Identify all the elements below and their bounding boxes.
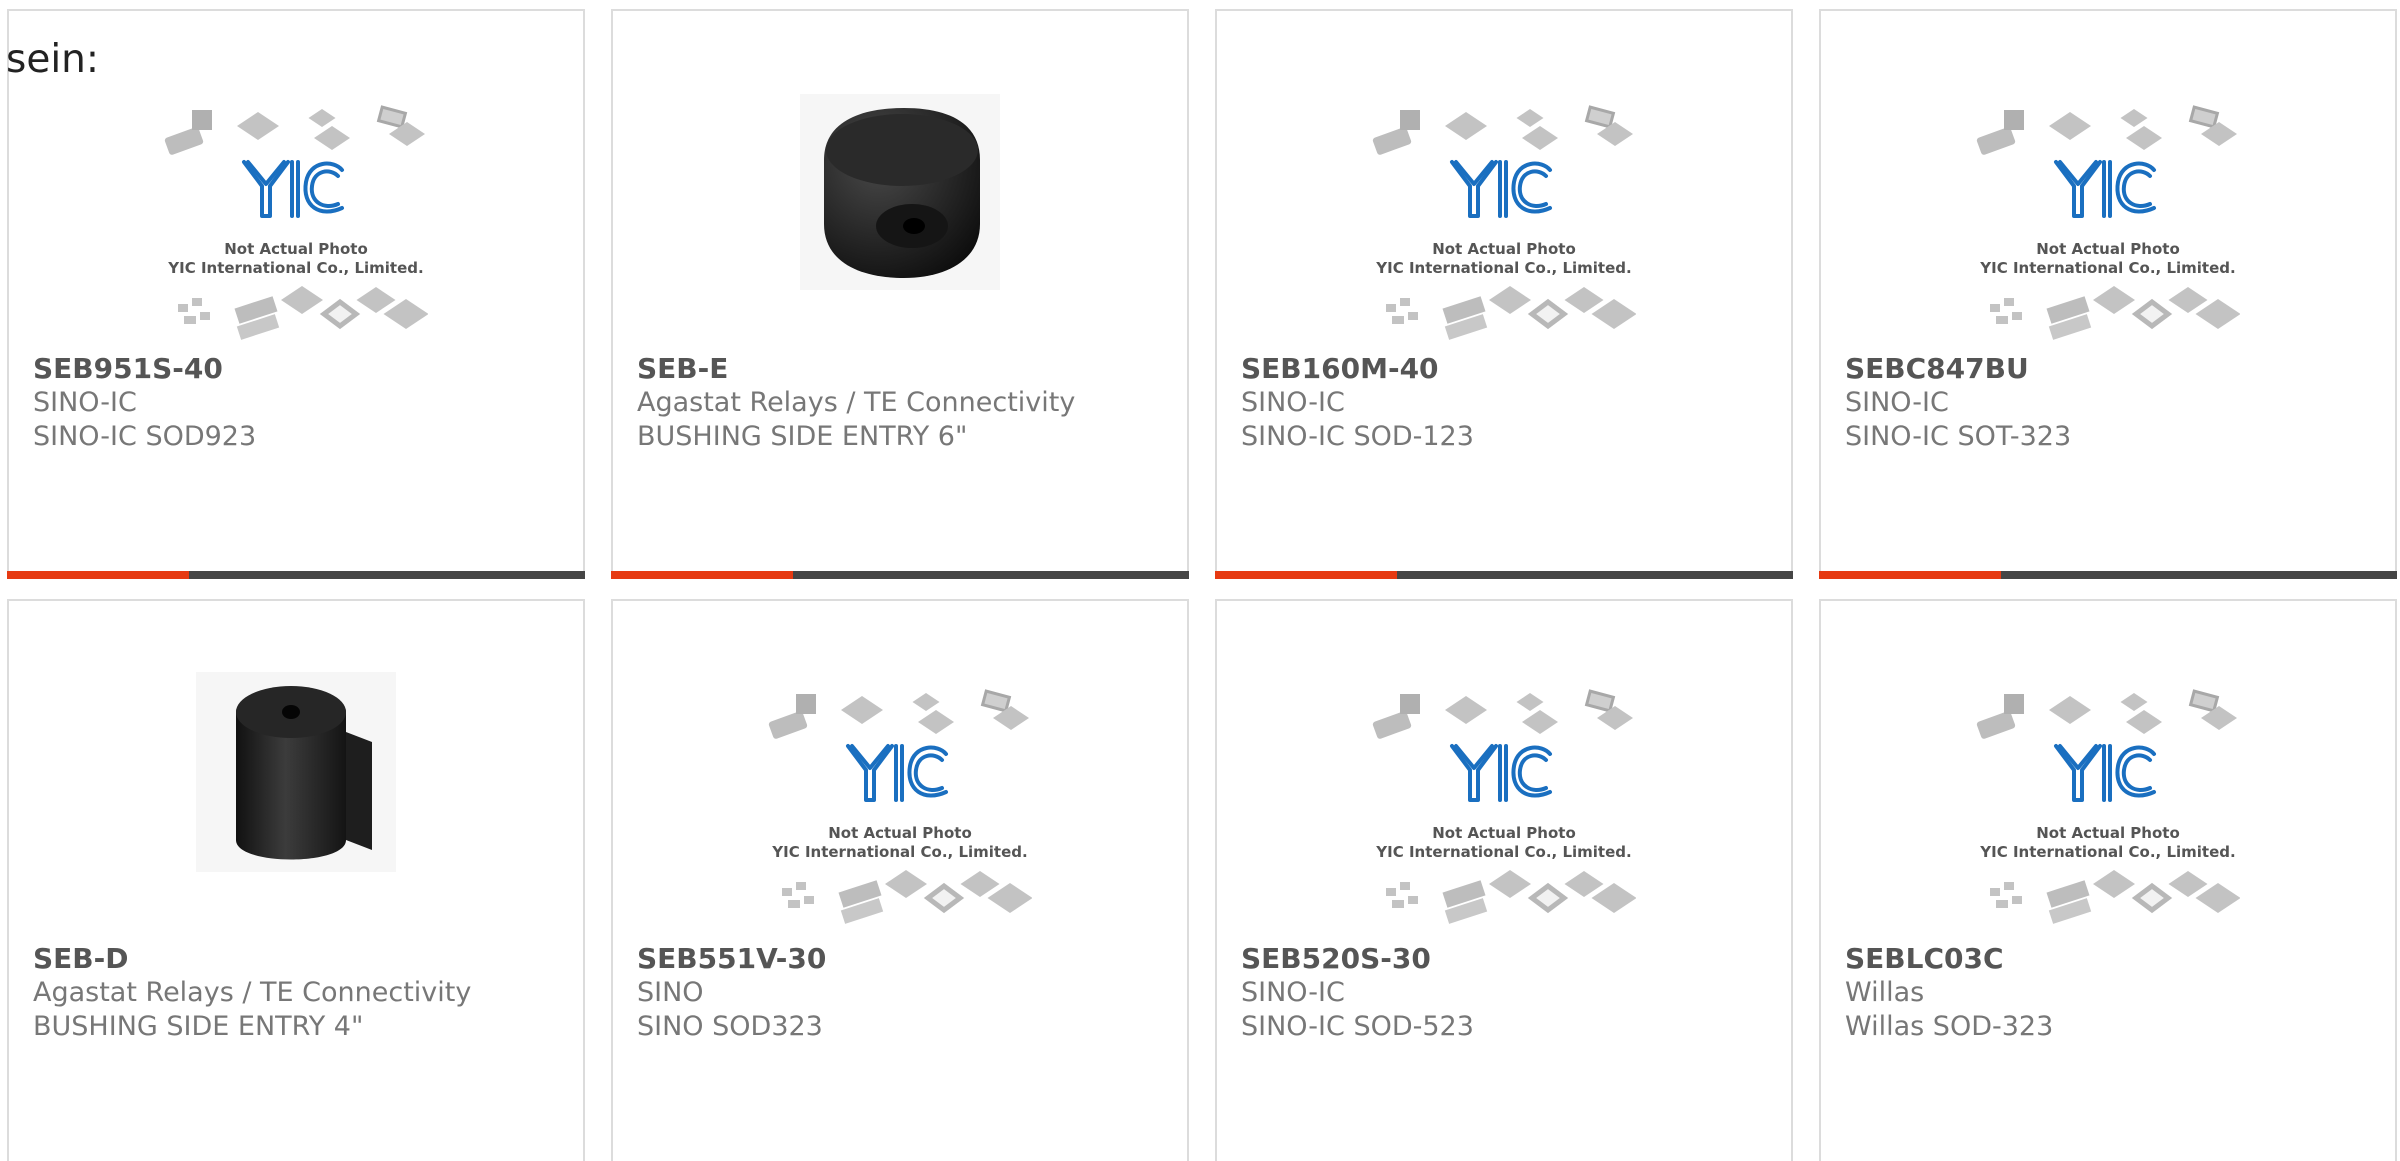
placeholder-graphic-icon: Not Actual Photo YIC International Co., … (1372, 105, 1636, 340)
product-brand: SINO (637, 977, 704, 1008)
product-description: BUSHING SIDE ENTRY 6" (637, 421, 968, 452)
product-brand: SINO-IC (33, 387, 137, 418)
placeholder-caption-line1: Not Actual Photo (1432, 824, 1576, 842)
placeholder-caption-line1: Not Actual Photo (2036, 824, 2180, 842)
placeholder-graphic-icon: Not Actual Photo YIC International Co., … (768, 689, 1032, 924)
card-footer-accent (1819, 571, 2001, 579)
product-part-number[interactable]: SEB551V-30 (637, 942, 1171, 976)
placeholder-caption-line2: YIC International Co., Limited. (167, 259, 423, 277)
product-part-number[interactable]: SEB-E (637, 352, 1171, 386)
product-card[interactable]: Not Actual Photo YIC International Co., … (1819, 9, 2397, 579)
product-card[interactable]: SEB-E Agastat Relays / TE Connectivity B… (611, 9, 1189, 579)
placeholder-caption-line1: Not Actual Photo (2036, 240, 2180, 258)
product-brand: SINO-IC (1845, 387, 1949, 418)
product-grid-page: sein: Not Actual Photo YIC International… (0, 0, 2400, 1161)
product-brand: Agastat Relays / TE Connectivity (33, 977, 472, 1008)
product-part-number[interactable]: SEB160M-40 (1241, 352, 1775, 386)
card-footer-bar (611, 571, 1189, 579)
product-part-number[interactable]: SEB951S-40 (33, 352, 567, 386)
product-image-placeholder[interactable]: Not Actual Photo YIC International Co., … (9, 99, 583, 349)
product-card[interactable]: Not Actual Photo YIC International Co., … (1215, 599, 1793, 1161)
product-card[interactable]: Not Actual Photo YIC International Co., … (611, 599, 1189, 1161)
product-description: SINO-IC SOD-123 (1241, 421, 1474, 452)
product-description: SINO-IC SOD-523 (1241, 1011, 1474, 1042)
placeholder-caption-line1: Not Actual Photo (828, 824, 972, 842)
placeholder-graphic-icon: Not Actual Photo YIC International Co., … (1976, 689, 2240, 924)
product-description: SINO SOD323 (637, 1011, 823, 1042)
product-card[interactable]: Not Actual Photo YIC International Co., … (1215, 9, 1793, 579)
card-footer-bar (1215, 571, 1793, 579)
placeholder-caption-line2: YIC International Co., Limited. (1375, 259, 1631, 277)
card-footer-bar (7, 571, 585, 579)
placeholder-graphic-icon: Not Actual Photo YIC International Co., … (164, 105, 428, 340)
product-description: SINO-IC SOT-323 (1845, 421, 2072, 452)
product-card[interactable]: Not Actual Photo YIC International Co., … (7, 9, 585, 579)
product-part-number[interactable]: SEBC847BU (1845, 352, 2379, 386)
product-card[interactable]: Not Actual Photo YIC International Co., … (1819, 599, 2397, 1161)
product-image-placeholder[interactable]: Not Actual Photo YIC International Co., … (613, 683, 1187, 933)
product-description: BUSHING SIDE ENTRY 4" (33, 1011, 364, 1042)
placeholder-caption-line2: YIC International Co., Limited. (771, 843, 1027, 861)
card-footer-accent (611, 571, 793, 579)
placeholder-caption-line1: Not Actual Photo (1432, 240, 1576, 258)
card-footer-bar (1819, 571, 2397, 579)
placeholder-graphic-icon: Not Actual Photo YIC International Co., … (1372, 689, 1636, 924)
card-footer-accent (1215, 571, 1397, 579)
product-brand: Agastat Relays / TE Connectivity (637, 387, 1076, 418)
product-brand: SINO-IC (1241, 387, 1345, 418)
product-description: SINO-IC SOD923 (33, 421, 257, 452)
product-image-placeholder[interactable]: Not Actual Photo YIC International Co., … (1217, 683, 1791, 933)
product-description: Willas SOD-323 (1845, 1011, 2054, 1042)
placeholder-caption-line2: YIC International Co., Limited. (1979, 259, 2235, 277)
product-photo[interactable] (9, 647, 583, 897)
product-brand: Willas (1845, 977, 1925, 1008)
product-photo[interactable] (613, 67, 1187, 317)
product-card[interactable]: SEB-D Agastat Relays / TE Connectivity B… (7, 599, 585, 1161)
product-part-number[interactable]: SEB-D (33, 942, 567, 976)
placeholder-caption-line2: YIC International Co., Limited. (1979, 843, 2235, 861)
product-brand: SINO-IC (1241, 977, 1345, 1008)
rubber-strip-photo-icon (196, 672, 396, 872)
product-image-placeholder[interactable]: Not Actual Photo YIC International Co., … (1217, 99, 1791, 349)
placeholder-caption-line1: Not Actual Photo (224, 240, 368, 258)
placeholder-graphic-icon: Not Actual Photo YIC International Co., … (1976, 105, 2240, 340)
product-part-number[interactable]: SEBLC03C (1845, 942, 2379, 976)
rubber-bushing-photo-icon (800, 94, 1000, 290)
product-image-placeholder[interactable]: Not Actual Photo YIC International Co., … (1821, 683, 2395, 933)
product-image-placeholder[interactable]: Not Actual Photo YIC International Co., … (1821, 99, 2395, 349)
product-part-number[interactable]: SEB520S-30 (1241, 942, 1775, 976)
lead-text: sein: (6, 37, 100, 82)
card-footer-accent (7, 571, 189, 579)
placeholder-caption-line2: YIC International Co., Limited. (1375, 843, 1631, 861)
